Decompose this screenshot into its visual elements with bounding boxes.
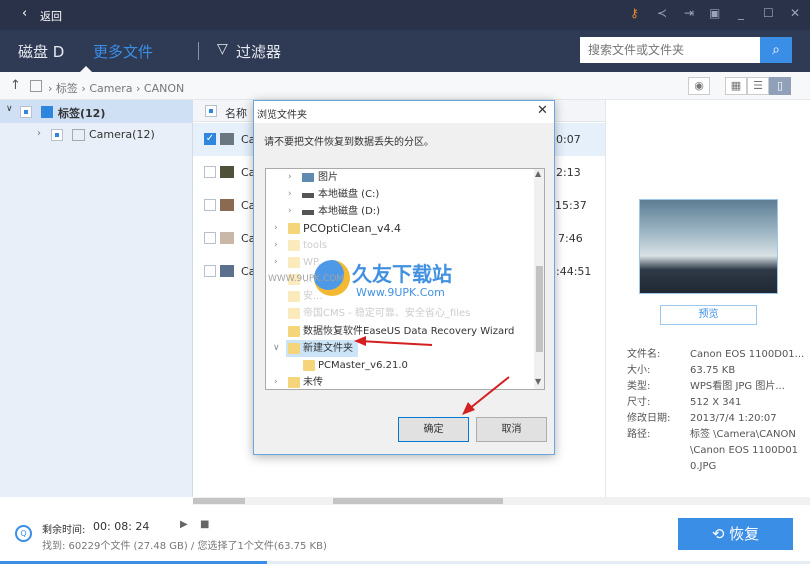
thumbnail (220, 232, 234, 244)
scrollbar-thumb[interactable] (333, 498, 503, 504)
tab-disk-d[interactable]: 磁盘 D (18, 41, 64, 62)
thumbnail (220, 166, 234, 178)
annotation-arrows (354, 336, 510, 415)
chevron-down-icon[interactable]: ∨ (6, 104, 13, 114)
close-icon[interactable]: ✕ (790, 6, 800, 20)
tree-label: 标签(12) (58, 107, 106, 120)
back-button[interactable]: 返回 (40, 8, 62, 24)
prop-value: Canon EOS 1100D01... (690, 349, 805, 360)
checkbox[interactable] (51, 129, 63, 141)
chevron-right-icon[interactable]: › (37, 128, 41, 139)
thumbnail (220, 199, 234, 211)
location-icon (30, 80, 42, 92)
menu-icon[interactable]: ▣ (709, 6, 720, 20)
tree-label: Camera(12) (89, 128, 155, 141)
file-properties: 文件名: Canon EOS 1100D01... 大小: 63.75 KB 类型:… (627, 347, 807, 475)
prop-value: 2013/7/4 1:20:07 (690, 413, 777, 424)
folder-tree: ∨ 标签(12) › Camera(12) (0, 100, 193, 497)
checkbox[interactable]: ✓ (204, 133, 216, 145)
list-view-icon[interactable]: ☰ (747, 77, 769, 95)
image-icon (72, 129, 85, 141)
stop-icon[interactable]: ■ (200, 519, 209, 530)
checkbox[interactable] (204, 199, 216, 211)
filter-icon[interactable]: ▽ (217, 41, 228, 57)
cancel-button[interactable]: 取消 (476, 417, 547, 442)
prop-value: 63.75 KB (690, 365, 736, 376)
remaining-label: 剩余时间: (42, 525, 86, 536)
divider (198, 42, 199, 60)
ok-button[interactable]: 确定 (398, 417, 469, 442)
play-icon[interactable]: ▶ (180, 519, 188, 530)
checkbox[interactable] (204, 265, 216, 277)
detail-panel: 预览 文件名: Canon EOS 1100D01... 大小: 63.75 KB … (605, 100, 810, 497)
search-button[interactable]: ⌕ (760, 37, 792, 63)
breadcrumb: ↑ › 标签 › Camera › CANON ◉ ▦ ☰ ▯ (0, 72, 810, 100)
back-icon[interactable]: ‹ (22, 6, 27, 21)
search-icon: ⌕ (772, 42, 780, 58)
breadcrumb-item[interactable]: Camera (89, 82, 132, 95)
thumbnail (220, 133, 234, 145)
titlebar: ‹ 返回 ⚷ ≺ ⇥ ▣ _ ☐ ✕ (0, 0, 810, 30)
detail-view-icon[interactable]: ▯ (769, 77, 791, 95)
file-time: 0:07 (556, 133, 581, 146)
grid-view-icon[interactable]: ▦ (725, 77, 747, 95)
preview-button[interactable]: 预览 (660, 305, 757, 325)
select-all-checkbox[interactable] (205, 105, 217, 117)
scrollbar-thumb[interactable] (193, 498, 245, 504)
prop-value: WPS看图 JPG 图片... (690, 381, 785, 392)
thumbnail (220, 265, 234, 277)
prop-label: 类型: (627, 381, 651, 392)
search-input[interactable] (580, 37, 760, 63)
prop-label: 路径: (627, 429, 651, 440)
tree-item-camera[interactable]: › Camera(12) (0, 124, 193, 146)
eye-icon[interactable]: ◉ (688, 77, 710, 95)
checkbox[interactable] (204, 166, 216, 178)
tab-more-files[interactable]: 更多文件 (93, 41, 153, 62)
active-tab-indicator (80, 60, 92, 72)
prop-label: 修改日期: (627, 413, 671, 424)
key-icon[interactable]: ⚷ (630, 6, 639, 20)
breadcrumb-item[interactable]: 标签 (56, 82, 78, 95)
status-footer: Q 剩余时间: 00: 08: 24 ▶ ■ 找到: 60229个文件 (27.… (0, 505, 810, 564)
browse-folder-dialog: 浏览文件夹 ✕ 请不要把文件恢复到数据丢失的分区。 › 图片 › 本地磁盘 (C:)… (253, 100, 555, 455)
horizontal-scrollbar[interactable] (193, 497, 810, 505)
file-time: 7:46 (558, 232, 583, 245)
prop-label: 尺寸: (627, 397, 651, 408)
maximize-icon[interactable]: ☐ (763, 6, 774, 20)
checkbox[interactable] (20, 106, 32, 118)
prop-label: 文件名: (627, 349, 661, 360)
column-name[interactable]: 名称 (225, 105, 247, 121)
found-summary: 找到: 60229个文件 (27.48 GB) / 您选择了1个文件(63.75… (42, 541, 327, 552)
file-time: 15:37 (555, 199, 587, 212)
scan-icon: Q (15, 525, 32, 542)
recover-button[interactable]: ⟲ 恢复 (678, 518, 793, 550)
header: 磁盘 D 更多文件 ▽ 过滤器 ⌕ (0, 30, 810, 72)
prop-label: 大小: (627, 365, 651, 376)
minimize-icon[interactable]: _ (738, 6, 744, 20)
prop-value: 512 X 341 (690, 397, 742, 408)
remaining-time: 00: 08: 24 (93, 520, 150, 533)
up-arrow-icon[interactable]: ↑ (10, 78, 21, 93)
history-icon: ⟲ (711, 525, 730, 543)
share-icon[interactable]: ≺ (657, 6, 667, 20)
tree-item-tags[interactable]: ∨ 标签(12) (0, 100, 193, 123)
filter-button[interactable]: 过滤器 (236, 41, 281, 62)
breadcrumb-item[interactable]: CANON (144, 82, 184, 95)
preview-image (639, 199, 778, 294)
tag-icon (41, 106, 53, 118)
prop-value: 标签 \Camera\CANON\Canon EOS 1100D010.JPG (690, 429, 799, 472)
file-time: 2:13 (556, 166, 581, 179)
checkbox[interactable] (204, 232, 216, 244)
exit-icon[interactable]: ⇥ (684, 6, 694, 20)
